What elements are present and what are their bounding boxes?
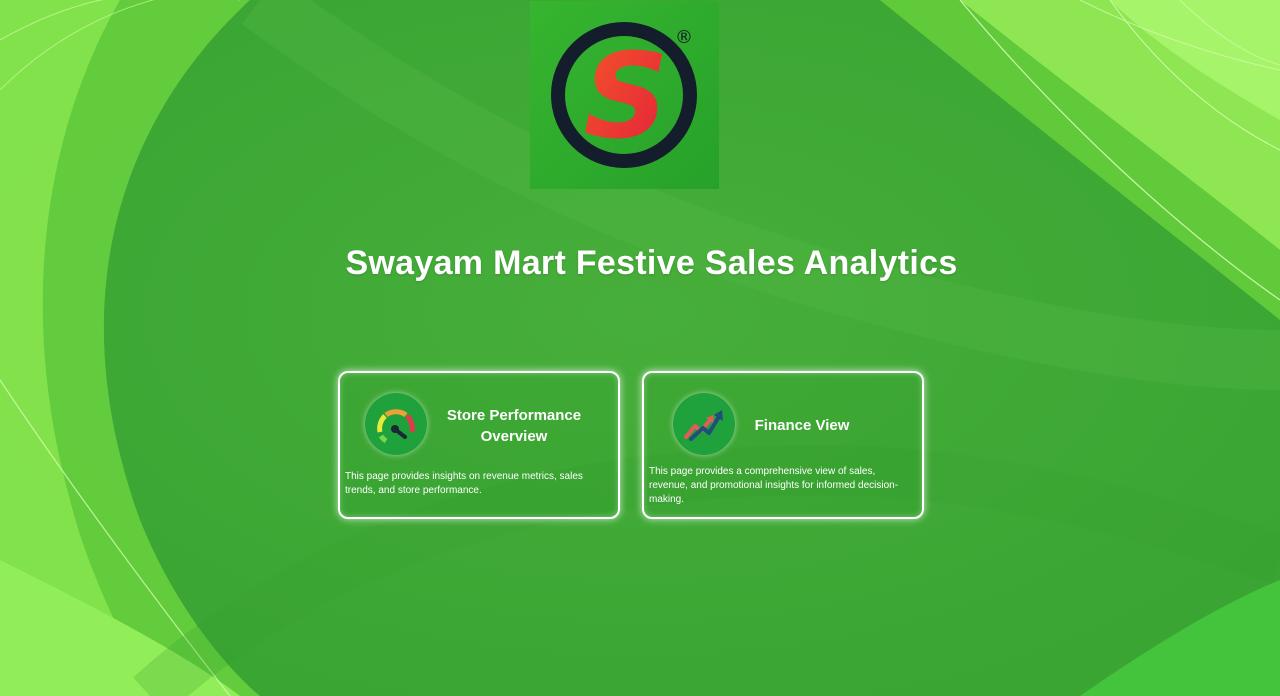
finance-view-title: Finance View — [754, 417, 850, 434]
logo-letter: S — [584, 27, 669, 165]
gauge-icon — [365, 393, 427, 455]
page-title: Swayam Mart Festive Sales Analytics — [345, 244, 958, 282]
finance-view-description: This page provides a comprehensive view … — [649, 466, 899, 505]
store-performance-description: This page provides insights on revenue m… — [345, 471, 583, 496]
company-logo: S ® — [530, 1, 719, 189]
finance-view-card[interactable]: Finance View This page provides a compre… — [642, 371, 924, 519]
logo-mark: S ® — [551, 22, 697, 168]
trend-arrow-icon — [673, 393, 735, 455]
store-performance-card[interactable]: Store Performance Overview This page pro… — [338, 371, 620, 519]
store-performance-title: Store Performance Overview — [446, 407, 582, 445]
registered-mark: ® — [675, 27, 693, 48]
